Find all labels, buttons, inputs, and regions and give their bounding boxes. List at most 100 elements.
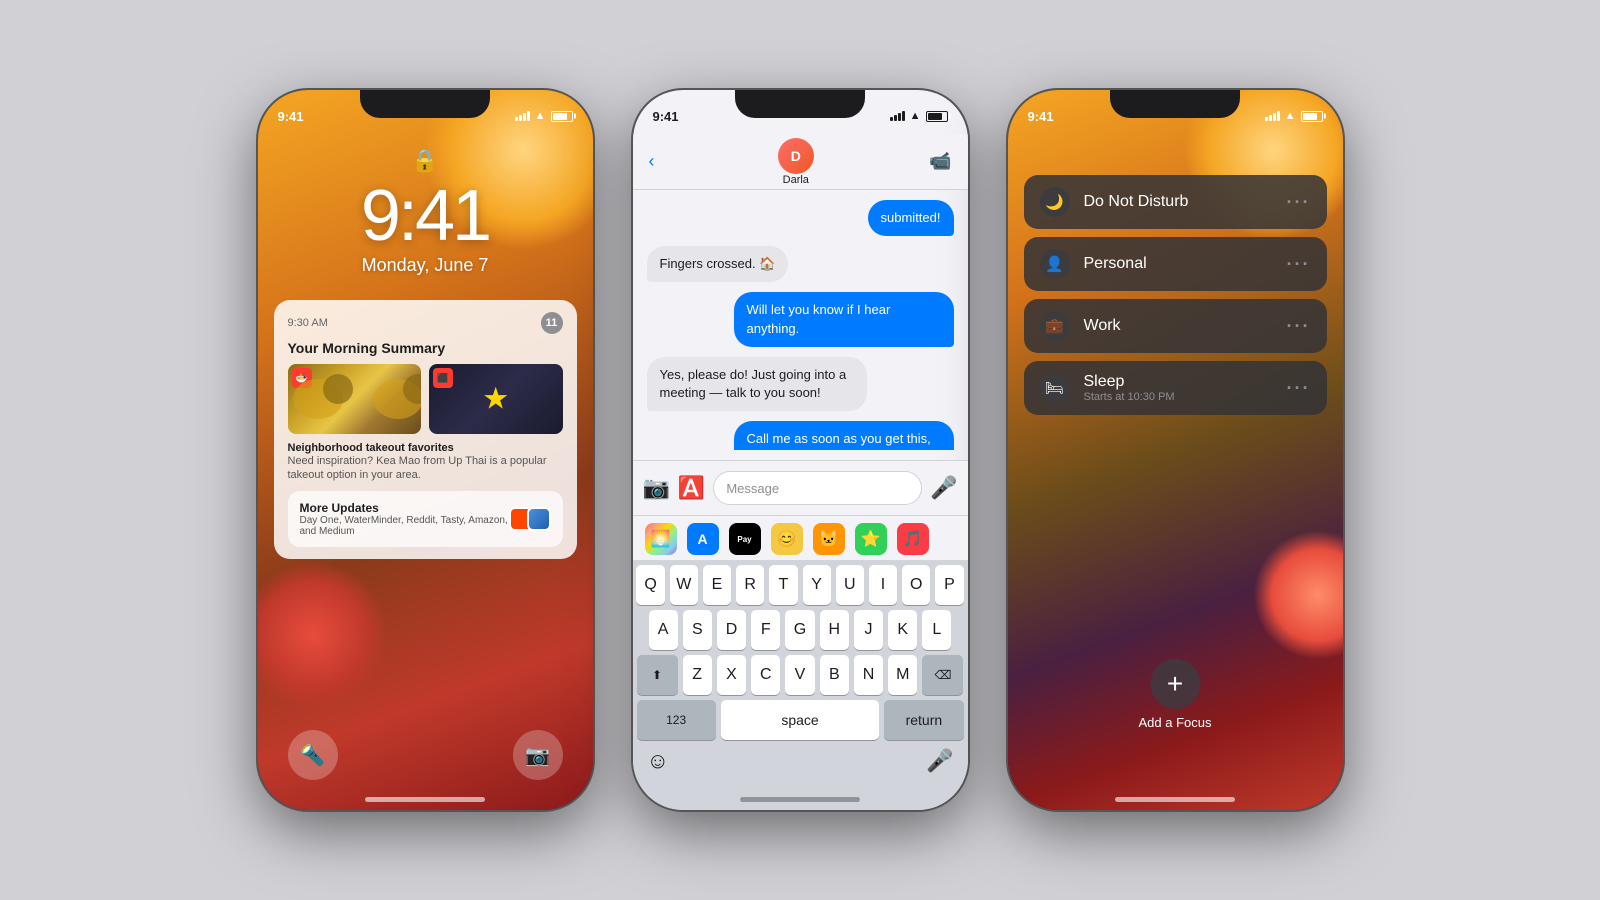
key-b[interactable]: B <box>820 655 849 695</box>
status-time-2: 9:41 <box>653 109 679 124</box>
item1-title: Neighborhood takeout favorites <box>288 442 563 454</box>
stickers-strip-icon[interactable]: ⭐ <box>855 523 887 555</box>
phone2-frame: 9:41 ▲ ‹ D Darla 📹 submitted! Fin <box>633 90 968 810</box>
key-o[interactable]: O <box>902 565 930 605</box>
focus-dnd-label: Do Not Disturb <box>1084 193 1273 211</box>
key-j[interactable]: J <box>854 610 883 650</box>
key-p[interactable]: P <box>935 565 963 605</box>
key-s[interactable]: S <box>683 610 712 650</box>
key-e[interactable]: E <box>703 565 731 605</box>
contact-name: Darla <box>783 174 809 186</box>
key-shift[interactable]: ⬆ <box>637 655 678 695</box>
status-icons: ▲ <box>515 110 573 122</box>
focus-personal-label: Personal <box>1084 255 1273 273</box>
more-updates-info: More Updates Day One, WaterMinder, Reddi… <box>300 501 515 537</box>
focus-sleep[interactable]: 🛏 Sleep Starts at 10:30 PM ··· <box>1024 361 1327 415</box>
key-v[interactable]: V <box>785 655 814 695</box>
sent-bubble-3: Call me as soon as you get this, please!… <box>734 421 954 450</box>
message-3: Will let you know if I hear anything. <box>647 292 954 352</box>
key-c[interactable]: C <box>751 655 780 695</box>
applepay-strip-icon[interactable]: Pay <box>729 523 761 555</box>
focus-personal[interactable]: 👤 Personal ··· <box>1024 237 1327 291</box>
key-l[interactable]: L <box>922 610 951 650</box>
contact-info[interactable]: D Darla <box>663 138 930 186</box>
notification-title: Your Morning Summary <box>288 340 563 356</box>
key-n[interactable]: N <box>854 655 883 695</box>
key-i[interactable]: I <box>869 565 897 605</box>
battery-icon <box>551 111 573 122</box>
audio-input-icon[interactable]: 🎤 <box>930 475 957 501</box>
more-updates-card[interactable]: More Updates Day One, WaterMinder, Reddi… <box>288 491 563 547</box>
briefcase-icon: 💼 <box>1040 311 1070 341</box>
home-indicator-2[interactable] <box>740 797 860 802</box>
key-x[interactable]: X <box>717 655 746 695</box>
back-button[interactable]: ‹ <box>649 151 655 172</box>
home-indicator-3[interactable] <box>1115 797 1235 802</box>
battery-icon-3 <box>1301 111 1323 122</box>
key-num[interactable]: 123 <box>637 700 716 740</box>
more-updates-body: Day One, WaterMinder, Reddit, Tasty, Ama… <box>300 515 515 537</box>
appstore-strip-icon[interactable]: A <box>687 523 719 555</box>
focus-work[interactable]: 💼 Work ··· <box>1024 299 1327 353</box>
sleep-icon: 🛏 <box>1040 373 1070 403</box>
message-1: submitted! <box>647 200 954 242</box>
keyboard-row-2: A S D F G H J K L <box>633 605 968 650</box>
key-space[interactable]: space <box>721 700 880 740</box>
key-d[interactable]: D <box>717 610 746 650</box>
focus-dnd-dots[interactable]: ··· <box>1287 192 1311 213</box>
notification-badge: 11 <box>541 312 563 334</box>
key-h[interactable]: H <box>820 610 849 650</box>
key-r[interactable]: R <box>736 565 764 605</box>
key-t[interactable]: T <box>769 565 797 605</box>
notch <box>360 90 490 118</box>
key-k[interactable]: K <box>888 610 917 650</box>
message-input-bar: 📷 🅰️ Message 🎤 <box>633 460 968 515</box>
phone3-frame: 9:41 ▲ 🌙 Do Not Disturb ··· 👤 Personal <box>1008 90 1343 810</box>
battery-icon-2 <box>926 111 948 122</box>
notch-3 <box>1110 90 1240 118</box>
food-image: 🍜 <box>288 364 422 434</box>
music-strip-icon[interactable]: 🎵 <box>897 523 929 555</box>
focus-sleep-dots[interactable]: ··· <box>1287 378 1311 399</box>
key-m[interactable]: M <box>888 655 917 695</box>
moon-icon: 🌙 <box>1040 187 1070 217</box>
status-time-3: 9:41 <box>1028 109 1054 124</box>
keyboard-row-3: ⬆ Z X C V B N M ⌫ <box>633 650 968 695</box>
signal-icon-3 <box>1265 111 1280 121</box>
key-y[interactable]: Y <box>803 565 831 605</box>
message-5: Call me as soon as you get this, please!… <box>647 421 954 450</box>
message-input[interactable]: Message <box>713 471 922 505</box>
key-a[interactable]: A <box>649 610 678 650</box>
camera-button[interactable]: 📷 <box>513 730 563 780</box>
animoji-strip-icon[interactable]: 🐱 <box>813 523 845 555</box>
app-strip: 🌅 A Pay 😊 🐱 ⭐ 🎵 <box>633 515 968 562</box>
notch-2 <box>735 90 865 118</box>
key-g[interactable]: G <box>785 610 814 650</box>
more-updates-icons <box>515 507 551 531</box>
flashlight-button[interactable]: 🔦 <box>288 730 338 780</box>
key-q[interactable]: Q <box>636 565 664 605</box>
photos-strip-icon[interactable]: 🌅 <box>645 523 677 555</box>
appstore-input-icon[interactable]: 🅰️ <box>678 475 705 501</box>
signal-icon-2 <box>890 111 905 121</box>
emoji-key[interactable]: ☺ <box>647 748 669 774</box>
camera-input-icon[interactable]: 📷 <box>643 475 670 501</box>
key-f[interactable]: F <box>751 610 780 650</box>
key-delete[interactable]: ⌫ <box>922 655 963 695</box>
focus-do-not-disturb[interactable]: 🌙 Do Not Disturb ··· <box>1024 175 1327 229</box>
key-w[interactable]: W <box>670 565 698 605</box>
key-return[interactable]: return <box>884 700 963 740</box>
dictation-key[interactable]: 🎤 <box>926 748 953 774</box>
notification-card[interactable]: 9:30 AM 11 Your Morning Summary 🍜 ⬛ Neig… <box>274 300 577 559</box>
home-indicator[interactable] <box>365 797 485 802</box>
focus-personal-dots[interactable]: ··· <box>1287 254 1311 275</box>
flashlight-icon: 🔦 <box>300 743 325 768</box>
memoji-strip-icon[interactable]: 😊 <box>771 523 803 555</box>
key-z[interactable]: Z <box>683 655 712 695</box>
facetime-button[interactable]: 📹 <box>929 151 951 172</box>
focus-panel: 🌙 Do Not Disturb ··· 👤 Personal ··· 💼 Wo… <box>1024 175 1327 415</box>
camera-icon: 📷 <box>525 743 550 768</box>
key-u[interactable]: U <box>836 565 864 605</box>
focus-work-dots[interactable]: ··· <box>1287 316 1311 337</box>
add-focus-button[interactable]: + <box>1150 659 1200 709</box>
